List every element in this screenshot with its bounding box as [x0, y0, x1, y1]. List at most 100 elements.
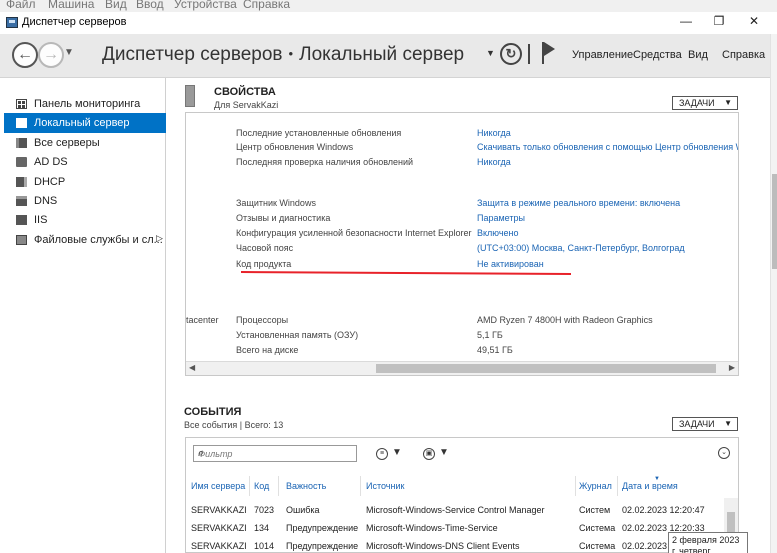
sidebar-item-file-services[interactable]: Файловые службы и сл... ▷	[4, 230, 166, 250]
server-tile-icon	[185, 85, 195, 107]
column-divider	[278, 476, 279, 496]
cell-source[interactable]: Microsoft-Windows-Time-Service	[366, 523, 498, 533]
window-title: Диспетчер серверов	[22, 16, 127, 28]
close-button[interactable]: ✕	[744, 14, 764, 28]
properties-horizontal-scrollbar[interactable]: ◀ ▶	[186, 361, 738, 375]
cell-code[interactable]: 1014	[254, 541, 274, 551]
notifications-flag-icon[interactable]	[541, 42, 555, 64]
cell-source[interactable]: Microsoft-Windows-DNS Client Events	[366, 541, 520, 551]
properties-tasks-button[interactable]: ЗАДАЧИ ▼	[672, 96, 738, 110]
cell-severity[interactable]: Предупреждение	[286, 523, 358, 533]
property-value-link[interactable]: Параметры	[477, 213, 525, 223]
property-row: Установленная память (ОЗУ) 5,1 ГБ	[186, 330, 738, 344]
chevron-down-icon: ▼	[439, 447, 449, 458]
expand-panel-button[interactable]: ⌄	[718, 447, 730, 459]
refresh-button[interactable]: ↻	[500, 43, 522, 65]
search-icon: ⌕	[198, 447, 205, 459]
menu-help[interactable]: Справка	[722, 49, 765, 61]
cell-severity[interactable]: Предупреждение	[286, 541, 358, 551]
vm-menu-machine[interactable]: Машина	[48, 0, 94, 11]
property-key: Последняя проверка наличия обновлений	[236, 157, 414, 167]
file-services-icon	[16, 235, 27, 245]
sidebar-item-local-server[interactable]: Локальный сервер	[4, 113, 166, 133]
back-button[interactable]: ←	[12, 42, 38, 68]
sidebar-item-label: Все серверы	[34, 137, 100, 149]
cell-log[interactable]: Система	[579, 541, 615, 551]
property-key: Код продукта	[236, 259, 292, 269]
cell-log[interactable]: Систем	[579, 505, 610, 515]
cell-log[interactable]: Система	[579, 523, 615, 533]
property-key: Последние установленные обновления	[236, 128, 402, 138]
vm-menu-devices[interactable]: Устройства	[174, 0, 237, 11]
maximize-button[interactable]: ❐	[709, 14, 729, 28]
sidebar-item-ad-ds[interactable]: AD DS	[4, 152, 166, 172]
column-header-server-name[interactable]: Имя сервера	[191, 481, 245, 491]
menu-view[interactable]: Вид	[688, 49, 708, 61]
list-options-button[interactable]: ≡ ▼	[376, 447, 402, 460]
breadcrumb-root[interactable]: Диспетчер серверов	[102, 44, 283, 65]
cell-server-name[interactable]: SERVAKKAZI	[191, 505, 247, 515]
history-dropdown-icon[interactable]: ▼	[64, 47, 74, 58]
back-arrow-icon: ←	[17, 46, 33, 63]
property-row: Процессоры AMD Ryzen 7 4800H with Radeon…	[186, 315, 738, 329]
vm-menu-file[interactable]: Файл	[6, 0, 36, 11]
sidebar-item-dns[interactable]: DNS	[4, 191, 166, 211]
scrollbar-thumb[interactable]	[772, 174, 777, 269]
filter-input[interactable]: Фильтр ⌕	[193, 445, 357, 462]
dashboard-icon	[16, 99, 27, 109]
cell-datetime[interactable]: 02.02.2023 1	[622, 541, 675, 551]
ad-ds-icon	[16, 157, 27, 167]
scroll-right-icon[interactable]: ▶	[729, 363, 735, 372]
all-servers-icon	[16, 138, 27, 148]
events-tasks-button[interactable]: ЗАДАЧИ ▼	[672, 417, 738, 431]
header-divider	[528, 44, 530, 64]
sidebar-item-dhcp[interactable]: DHCP	[4, 172, 166, 192]
property-row: Защитник Windows Защита в режиме реально…	[186, 198, 738, 212]
property-value-link[interactable]: Никогда	[477, 157, 511, 167]
events-title: СОБЫТИЯ	[184, 406, 242, 418]
sidebar-item-label: DNS	[34, 195, 58, 207]
sidebar-item-all-servers[interactable]: Все серверы	[4, 133, 166, 153]
tasks-label: ЗАДАЧИ	[679, 419, 715, 429]
save-query-button[interactable]: ▣ ▼	[423, 447, 449, 460]
column-header-code[interactable]: Код	[254, 481, 269, 491]
scrollbar-thumb[interactable]	[376, 364, 716, 373]
page-vertical-scrollbar[interactable]	[770, 34, 777, 553]
vm-menu-view[interactable]: Вид	[105, 0, 127, 11]
property-key: Установленная память (ОЗУ)	[236, 330, 359, 340]
property-value-link[interactable]: (UTC+03:00) Москва, Санкт-Петербург, Вол…	[477, 243, 685, 253]
column-header-source[interactable]: Источник	[366, 481, 404, 491]
property-row: Последние установленные обновления Никог…	[186, 128, 738, 142]
sidebar-item-iis[interactable]: IIS	[4, 210, 166, 230]
property-value-link[interactable]: Никогда	[477, 128, 511, 138]
breadcrumb-dropdown-icon[interactable]: ▼	[486, 48, 495, 58]
property-value-link[interactable]: Защита в режиме реального времени: включ…	[477, 198, 680, 208]
column-header-datetime[interactable]: Дата и время	[622, 481, 678, 491]
cell-server-name[interactable]: SERVAKKAZI	[191, 523, 247, 533]
expand-arrow-icon[interactable]: ▷	[156, 233, 163, 244]
property-value-link[interactable]: Не активирован	[477, 259, 544, 269]
cell-server-name[interactable]: SERVAKKAZI	[191, 541, 247, 551]
vm-menu-help[interactable]: Справка	[243, 0, 290, 11]
property-value-link[interactable]: Скачивать только обновления с помощью Це…	[477, 142, 738, 152]
cell-datetime[interactable]: 02.02.2023 12:20:47	[622, 505, 705, 515]
property-key: Центр обновления Windows	[236, 142, 354, 152]
cell-source[interactable]: Microsoft-Windows-Service Control Manage…	[366, 505, 545, 515]
chevron-down-icon: ⌄	[721, 449, 727, 456]
minimize-button[interactable]: —	[676, 14, 696, 28]
tasks-label: ЗАДАЧИ	[679, 98, 715, 108]
menu-tools[interactable]: Средства	[633, 49, 682, 61]
column-header-severity[interactable]: Важность	[286, 481, 326, 491]
forward-button[interactable]: →	[38, 42, 64, 68]
column-header-log[interactable]: Журнал	[579, 481, 612, 491]
cell-severity[interactable]: Ошибка	[286, 505, 320, 515]
sidebar-item-dashboard[interactable]: Панель мониторинга	[4, 94, 166, 114]
column-divider	[575, 476, 576, 496]
scroll-left-icon[interactable]: ◀	[189, 363, 195, 372]
vm-menu-input[interactable]: Ввод	[136, 0, 164, 11]
menu-manage[interactable]: Управление	[572, 49, 633, 61]
property-value-link[interactable]: Включено	[477, 228, 519, 238]
column-divider	[617, 476, 618, 496]
cell-code[interactable]: 134	[254, 523, 269, 533]
cell-code[interactable]: 7023	[254, 505, 274, 515]
